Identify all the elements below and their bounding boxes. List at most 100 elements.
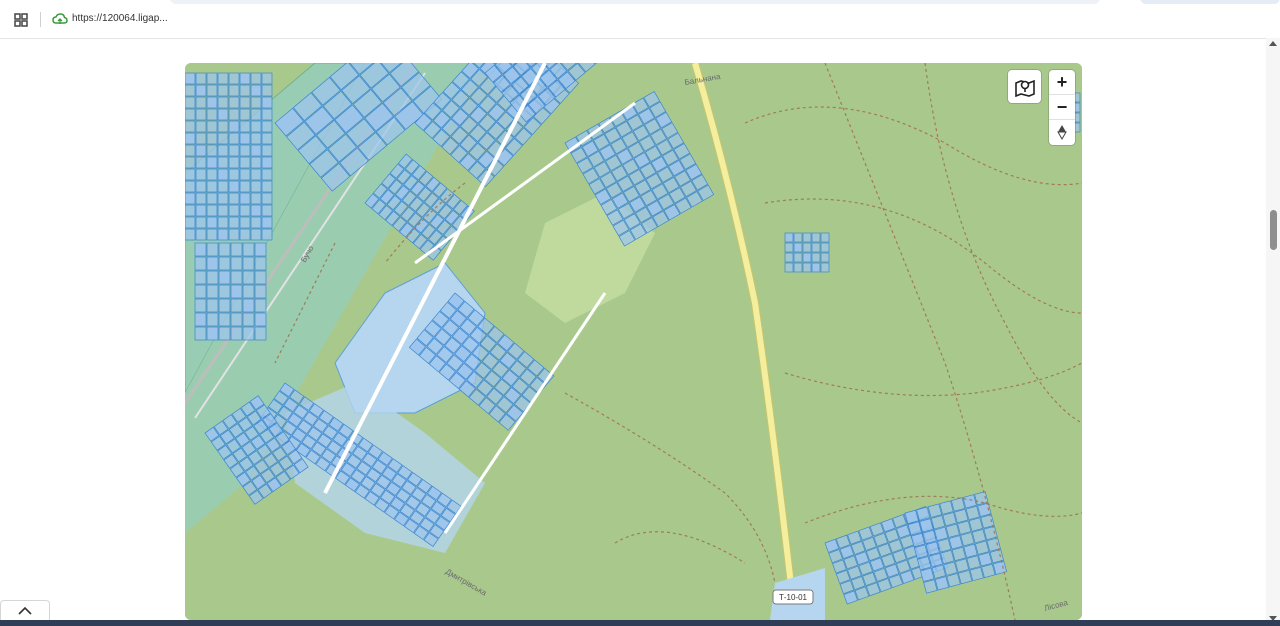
land-parcel bbox=[185, 144, 196, 157]
land-parcel bbox=[907, 521, 923, 536]
land-parcel bbox=[254, 298, 267, 313]
land-parcel bbox=[217, 180, 229, 193]
land-parcel bbox=[261, 156, 273, 169]
land-parcel bbox=[230, 298, 243, 313]
reset-north-button[interactable] bbox=[1049, 120, 1075, 144]
land-parcel bbox=[242, 242, 255, 257]
land-parcel bbox=[239, 108, 251, 121]
land-parcel bbox=[195, 120, 207, 133]
land-parcel bbox=[802, 252, 812, 263]
land-parcel bbox=[978, 552, 993, 567]
land-parcel bbox=[206, 156, 218, 169]
land-parcel bbox=[974, 540, 990, 555]
land-parcel bbox=[250, 180, 262, 193]
land-parcel bbox=[943, 561, 958, 576]
land-parcel bbox=[239, 192, 251, 205]
land-parcel bbox=[239, 168, 251, 181]
land-parcel bbox=[957, 569, 973, 585]
land-parcel bbox=[937, 538, 952, 553]
compass-icon bbox=[1057, 125, 1067, 140]
land-parcel bbox=[230, 312, 243, 327]
land-parcel bbox=[811, 242, 821, 253]
land-parcel bbox=[217, 228, 229, 241]
land-parcel bbox=[254, 312, 267, 327]
land-parcel bbox=[195, 204, 207, 217]
land-parcel bbox=[913, 544, 929, 559]
land-parcel bbox=[239, 120, 251, 133]
land-parcel bbox=[239, 216, 251, 229]
land-parcel bbox=[928, 552, 943, 568]
land-parcel bbox=[920, 567, 935, 583]
land-parcel bbox=[250, 228, 262, 241]
land-parcel bbox=[195, 180, 207, 193]
land-parcel bbox=[206, 108, 218, 121]
land-parcel bbox=[206, 192, 218, 205]
land-parcel bbox=[963, 543, 978, 558]
land-parcel bbox=[185, 72, 196, 85]
land-parcel bbox=[811, 232, 821, 243]
land-parcel bbox=[250, 216, 262, 229]
land-parcel bbox=[811, 252, 821, 263]
land-parcel bbox=[925, 541, 940, 556]
land-parcel bbox=[195, 192, 207, 205]
land-parcel bbox=[228, 72, 240, 85]
land-parcel bbox=[981, 563, 996, 579]
land-parcel bbox=[968, 517, 984, 532]
land-parcel bbox=[228, 156, 240, 169]
land-parcel bbox=[239, 204, 251, 217]
land-parcel bbox=[217, 84, 229, 97]
land-parcel bbox=[218, 326, 231, 341]
land-parcel bbox=[923, 579, 938, 594]
zoom-out-button[interactable]: − bbox=[1049, 95, 1075, 120]
land-parcel bbox=[261, 84, 273, 97]
land-parcel bbox=[206, 120, 218, 133]
land-parcel bbox=[194, 256, 207, 271]
land-parcel bbox=[217, 216, 229, 229]
land-parcel bbox=[194, 242, 207, 257]
url-text[interactable]: https://120064.ligap... bbox=[72, 13, 168, 24]
land-parcel bbox=[218, 312, 231, 327]
scroll-up-arrow[interactable] bbox=[1269, 41, 1277, 46]
map-location-button[interactable] bbox=[1008, 70, 1041, 103]
land-parcel bbox=[261, 108, 273, 121]
land-parcel bbox=[261, 144, 273, 157]
land-parcel bbox=[820, 242, 830, 253]
cadastral-map[interactable]: Бучо Дмитрівська Бальнана Лісова Т-10-01… bbox=[185, 63, 1082, 620]
road-badge-label: Т-10-01 bbox=[779, 593, 808, 602]
land-parcel bbox=[195, 96, 207, 109]
taskbar-edge bbox=[0, 620, 1280, 626]
land-parcel bbox=[206, 204, 218, 217]
land-parcel bbox=[185, 180, 196, 193]
land-parcel bbox=[254, 270, 267, 285]
land-parcel bbox=[945, 523, 960, 538]
land-parcel bbox=[206, 216, 218, 229]
land-parcel bbox=[195, 228, 207, 241]
land-parcel bbox=[239, 72, 251, 85]
land-parcel bbox=[228, 120, 240, 133]
land-parcel bbox=[784, 242, 794, 253]
zoom-in-button[interactable]: + bbox=[1049, 70, 1075, 95]
land-parcel bbox=[194, 284, 207, 299]
map-canvas[interactable]: Бучо Дмитрівська Бальнана Лісова Т-10-01 bbox=[185, 63, 1082, 620]
land-parcel bbox=[802, 262, 812, 273]
land-parcel bbox=[960, 532, 975, 547]
land-parcel bbox=[217, 204, 229, 217]
land-parcel bbox=[206, 132, 218, 145]
land-parcel bbox=[206, 298, 219, 313]
scroll-thumb[interactable] bbox=[1270, 210, 1277, 250]
land-parcel bbox=[218, 284, 231, 299]
land-parcel bbox=[218, 298, 231, 313]
land-parcel bbox=[250, 108, 262, 121]
land-parcel bbox=[217, 120, 229, 133]
land-parcel bbox=[206, 242, 219, 257]
land-parcel bbox=[239, 132, 251, 145]
page-scrollbar[interactable] bbox=[1266, 38, 1280, 626]
land-parcel bbox=[185, 84, 196, 97]
land-parcel bbox=[261, 204, 273, 217]
land-parcel bbox=[185, 132, 196, 145]
apps-grid-icon[interactable] bbox=[14, 13, 28, 27]
land-parcel bbox=[195, 132, 207, 145]
land-parcel bbox=[971, 528, 987, 544]
collapse-button[interactable] bbox=[0, 600, 50, 621]
land-parcel bbox=[242, 312, 255, 327]
